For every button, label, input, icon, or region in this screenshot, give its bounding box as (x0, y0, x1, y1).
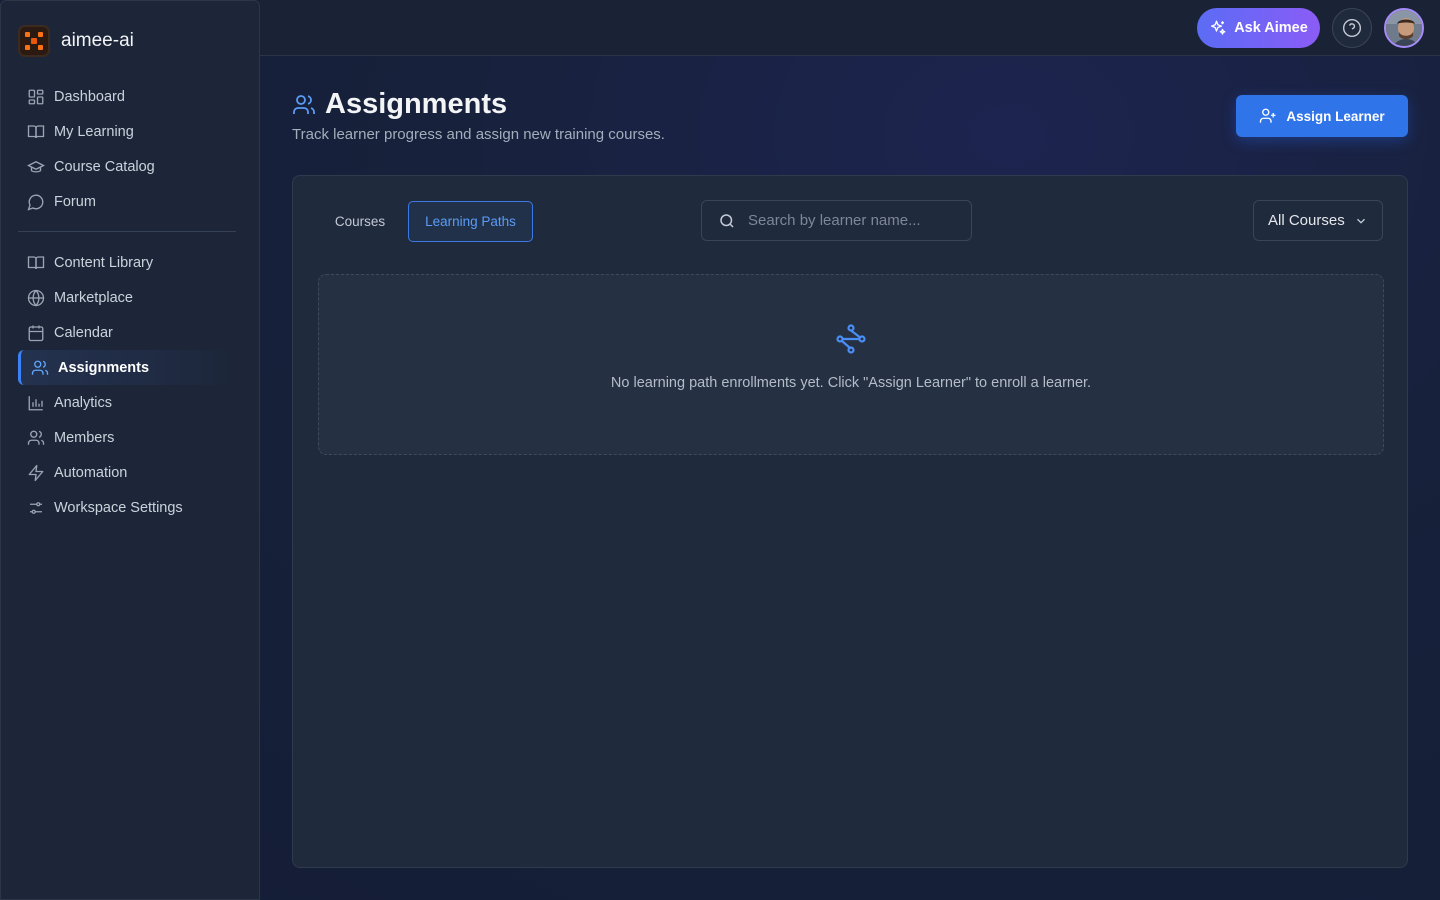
empty-state-message: No learning path enrollments yet. Click … (610, 375, 1092, 391)
page-subtitle: Track learner progress and assign new tr… (292, 126, 665, 143)
book-open-icon (27, 254, 45, 272)
graduation-cap-icon (27, 158, 45, 176)
sidebar-item-label: Assignments (58, 359, 150, 376)
users-icon (292, 93, 316, 117)
course-filter-select[interactable]: All Courses (1253, 200, 1383, 241)
brand-name: aimee-ai (61, 30, 134, 51)
sidebar-item-assignments[interactable]: Assignments (18, 350, 236, 385)
sliders-icon (27, 499, 45, 517)
sidebar-item-members[interactable]: Members (18, 420, 236, 455)
page-title: Assignments (325, 88, 508, 120)
search-icon (718, 212, 736, 230)
sidebar-item-label: Marketplace (54, 289, 133, 306)
route-icon (835, 323, 867, 355)
sidebar-item-content-library[interactable]: Content Library (18, 245, 236, 280)
secondary-nav: Content Library Marketplace Calendar Ass… (18, 245, 236, 525)
ask-aimee-button[interactable]: Ask Aimee (1197, 8, 1320, 48)
empty-state: No learning path enrollments yet. Click … (318, 274, 1384, 455)
sparkles-icon (1209, 19, 1227, 37)
course-filter-value: All Courses (1268, 212, 1345, 229)
sidebar-item-automation[interactable]: Automation (18, 455, 236, 490)
sidebar-item-label: Course Catalog (54, 158, 155, 175)
brand-logo (18, 25, 50, 57)
chat-bubble-icon (27, 193, 45, 211)
dashboard-icon (27, 88, 45, 106)
calendar-icon (27, 324, 45, 342)
sidebar-item-label: Dashboard (54, 88, 125, 105)
sidebar: aimee-ai Dashboard My Learning Course Ca… (0, 0, 260, 900)
book-open-icon (27, 123, 45, 141)
chevron-down-icon (1354, 214, 1368, 228)
sidebar-item-label: Forum (54, 193, 96, 210)
assignments-panel: Courses Learning Paths All Courses No le… (292, 175, 1408, 868)
ask-aimee-label: Ask Aimee (1234, 20, 1308, 36)
sidebar-item-label: Members (54, 429, 115, 446)
help-icon (1342, 18, 1362, 38)
tab-learning-paths[interactable]: Learning Paths (408, 201, 533, 242)
page-header: Assignments (292, 88, 507, 121)
assign-learner-label: Assign Learner (1286, 108, 1385, 124)
sidebar-item-analytics[interactable]: Analytics (18, 385, 236, 420)
users-icon (31, 359, 49, 377)
sidebar-item-marketplace[interactable]: Marketplace (18, 280, 236, 315)
search-box[interactable] (701, 200, 972, 241)
sidebar-item-calendar[interactable]: Calendar (18, 315, 236, 350)
tab-courses[interactable]: Courses (318, 201, 402, 242)
sidebar-divider (18, 231, 236, 232)
brand[interactable]: aimee-ai (18, 25, 134, 57)
user-avatar[interactable] (1384, 8, 1424, 48)
sidebar-item-label: My Learning (54, 123, 134, 140)
help-button[interactable] (1332, 8, 1372, 48)
primary-nav: Dashboard My Learning Course Catalog For… (18, 79, 236, 219)
sidebar-item-label: Analytics (54, 394, 113, 411)
globe-icon (27, 289, 45, 307)
user-plus-icon (1259, 107, 1277, 125)
sidebar-item-label: Content Library (54, 254, 154, 271)
bar-chart-icon (27, 394, 45, 412)
sidebar-item-course-catalog[interactable]: Course Catalog (18, 149, 236, 184)
lightning-icon (27, 464, 45, 482)
search-input[interactable] (748, 212, 958, 229)
sidebar-item-my-learning[interactable]: My Learning (18, 114, 236, 149)
sidebar-item-label: Workspace Settings (54, 499, 183, 516)
sidebar-item-forum[interactable]: Forum (18, 184, 236, 219)
sidebar-item-dashboard[interactable]: Dashboard (18, 79, 236, 114)
assign-learner-button[interactable]: Assign Learner (1236, 95, 1408, 137)
users-icon (27, 429, 45, 447)
sidebar-item-label: Calendar (54, 324, 113, 341)
sidebar-item-label: Automation (54, 464, 128, 481)
sidebar-item-workspace-settings[interactable]: Workspace Settings (18, 490, 236, 525)
